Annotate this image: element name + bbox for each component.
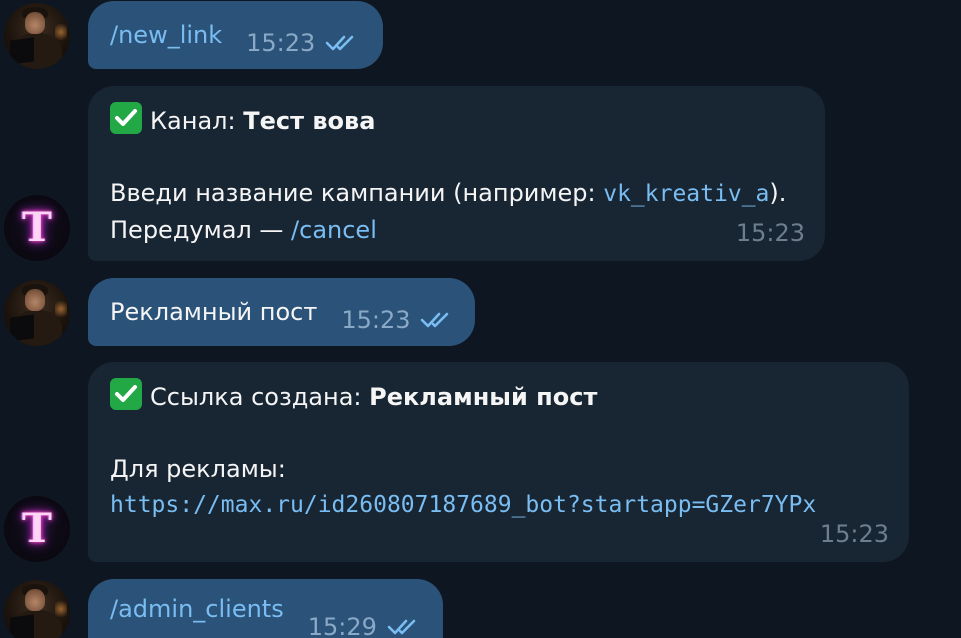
- prompt-line: Введи название кампании (например: vk_kr…: [110, 175, 803, 212]
- prompt-text: Введи название кампании (например:: [110, 179, 604, 207]
- user-avatar[interactable]: [4, 280, 70, 346]
- message-time: 15:29: [307, 613, 377, 638]
- check-mark-icon: [110, 102, 142, 134]
- cancel-line: Передумал — /cancel: [110, 212, 803, 248]
- bot-avatar-letter: T: [22, 204, 52, 251]
- bot-avatar-letter: T: [22, 505, 52, 552]
- message-status-line: Ссылка создана: Рекламный пост: [110, 378, 887, 415]
- status-prefix: Канал:: [150, 107, 244, 135]
- cancel-text: Передумал —: [110, 216, 292, 244]
- message-time: 15:23: [246, 29, 316, 57]
- double-check-icon: [421, 312, 449, 328]
- user-avatar[interactable]: [4, 3, 70, 69]
- incoming-message-bubble[interactable]: Канал: Тест вова Введи название кампании…: [88, 86, 825, 261]
- message-meta: 15:23: [246, 25, 361, 61]
- link-name: Рекламный пост: [369, 383, 598, 411]
- outgoing-message-bubble[interactable]: Рекламный пост 15:23: [88, 278, 475, 346]
- outgoing-message-bubble[interactable]: /new_link 15:23: [88, 1, 383, 69]
- message-text[interactable]: /admin_clients: [110, 591, 284, 627]
- message-time: 15:23: [735, 219, 805, 247]
- check-mark-icon: [110, 378, 142, 410]
- double-check-icon: [387, 619, 416, 635]
- message-time: 15:23: [819, 520, 889, 548]
- incoming-message-bubble[interactable]: Ссылка создана: Рекламный пост Для рекла…: [88, 362, 909, 562]
- prompt-close: ).: [769, 179, 787, 207]
- bot-avatar[interactable]: T: [4, 195, 70, 261]
- cancel-command-link[interactable]: /cancel: [291, 216, 377, 244]
- bot-avatar[interactable]: T: [4, 496, 70, 562]
- outgoing-message-bubble[interactable]: /admin_clients 15:29: [88, 579, 443, 638]
- label-text: Для рекламы:: [110, 455, 286, 483]
- channel-name: Тест вова: [243, 107, 376, 135]
- chat-history: /new_link 15:23 Канал: Тест вова Введи н…: [0, 0, 961, 638]
- user-avatar[interactable]: [4, 580, 70, 638]
- status-prefix: Ссылка создана:: [150, 383, 370, 411]
- message-time: 15:23: [341, 306, 411, 334]
- message-text: Рекламный пост: [110, 298, 318, 326]
- message-meta: 15:23: [341, 302, 456, 338]
- message-meta: 15:29: [308, 609, 423, 638]
- message-status-line: Канал: Тест вова: [110, 102, 803, 139]
- double-check-icon: [326, 35, 354, 51]
- example-code[interactable]: vk_kreativ_a: [603, 181, 769, 207]
- generated-link[interactable]: https://max.ru/id260807187689_bot?starta…: [110, 487, 887, 523]
- message-text[interactable]: /new_link: [110, 17, 222, 53]
